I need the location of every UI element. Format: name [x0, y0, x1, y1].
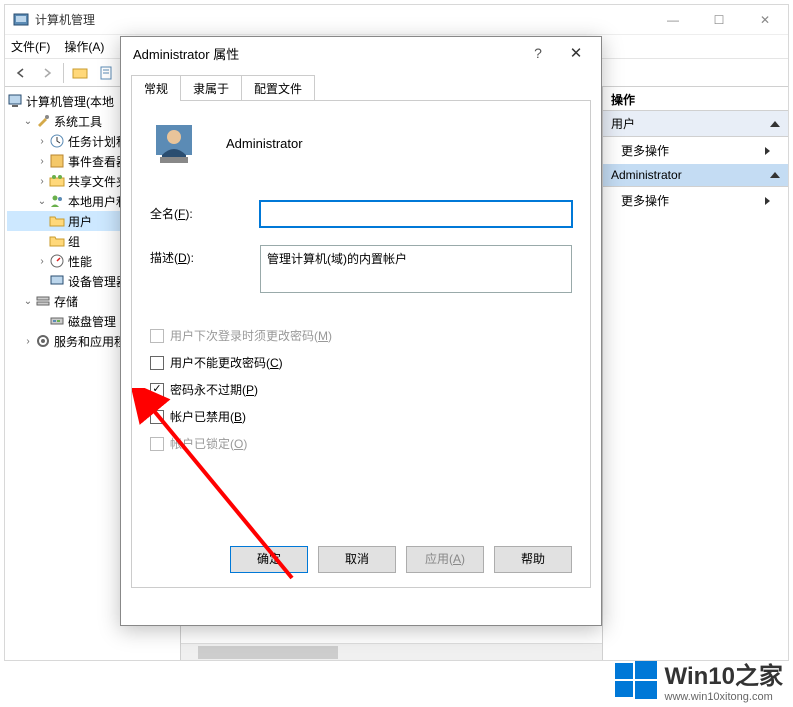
submenu-icon: [765, 197, 770, 205]
checkbox-locked: 帐户已锁定(O): [150, 435, 572, 452]
ok-button[interactable]: 确定: [230, 546, 308, 573]
forward-button[interactable]: [35, 62, 59, 84]
computer-icon: [7, 93, 23, 109]
checkbox-neverexpire[interactable]: 密码永不过期(P): [150, 381, 572, 398]
expand-icon[interactable]: ›: [35, 256, 49, 267]
help-button[interactable]: 帮助: [494, 546, 572, 573]
dialog-title: Administrator 属性: [133, 44, 519, 63]
expand-icon[interactable]: ⌄: [21, 296, 35, 307]
watermark-title: Win10之家: [665, 656, 783, 691]
tool-properties[interactable]: [94, 62, 118, 84]
close-button[interactable]: ✕: [742, 5, 788, 35]
tab-strip: 常规 隶属于 配置文件: [121, 69, 601, 101]
menu-action[interactable]: 操作(A): [64, 38, 104, 55]
checkbox-icon[interactable]: [150, 410, 164, 424]
description-row: 描述(D):: [150, 245, 572, 293]
titlebar: 计算机管理 — ☐ ✕: [5, 5, 788, 35]
scrollbar-thumb[interactable]: [198, 646, 338, 659]
tab-body: Administrator 全名(F): 描述(D): 用户下次登录时须更改密码…: [131, 100, 591, 588]
window-title: 计算机管理: [35, 11, 650, 28]
fullname-row: 全名(F):: [150, 201, 572, 227]
submenu-icon: [765, 147, 770, 155]
tab-profile[interactable]: 配置文件: [241, 75, 315, 101]
expand-icon[interactable]: ⌄: [21, 116, 35, 127]
users-icon: [49, 193, 65, 209]
checkbox-cannotchange[interactable]: 用户不能更改密码(C): [150, 354, 572, 371]
fullname-label: 全名(F):: [150, 201, 260, 222]
checkbox-icon: [150, 437, 164, 451]
dialog-titlebar: Administrator 属性 ? ✕: [121, 37, 601, 69]
dialog-help-button[interactable]: ?: [519, 45, 557, 61]
minimize-button[interactable]: —: [650, 5, 696, 35]
properties-dialog: Administrator 属性 ? ✕ 常规 隶属于 配置文件 Adminis…: [120, 36, 602, 626]
maximize-button[interactable]: ☐: [696, 5, 742, 35]
watermark: Win10之家 www.win10xitong.com: [615, 656, 783, 703]
dialog-close-button[interactable]: ✕: [557, 44, 595, 62]
window-controls: — ☐ ✕: [650, 5, 788, 35]
dialog-buttons: 确定 取消 应用(A) 帮助: [230, 546, 572, 573]
actions-more-2[interactable]: 更多操作: [603, 187, 788, 214]
actions-more-1[interactable]: 更多操作: [603, 137, 788, 164]
folder-icon: [49, 233, 65, 249]
watermark-url: www.win10xitong.com: [665, 691, 783, 703]
expand-icon[interactable]: ›: [35, 156, 49, 167]
expand-icon[interactable]: ⌄: [35, 196, 49, 207]
share-icon: [49, 173, 65, 189]
actions-header: 操作: [603, 87, 788, 111]
menu-file[interactable]: 文件(F): [11, 38, 50, 55]
collapse-icon: [770, 172, 780, 178]
username-display: Administrator: [226, 136, 303, 151]
folder-icon: [49, 213, 65, 229]
apply-button[interactable]: 应用(A): [406, 546, 484, 573]
expand-icon[interactable]: ›: [35, 136, 49, 147]
actions-section-admin[interactable]: Administrator: [603, 164, 788, 187]
checkbox-icon[interactable]: [150, 383, 164, 397]
expand-icon[interactable]: ›: [35, 176, 49, 187]
toolbar-separator: [63, 63, 64, 83]
event-icon: [49, 153, 65, 169]
clock-icon: [49, 133, 65, 149]
perf-icon: [49, 253, 65, 269]
storage-icon: [35, 293, 51, 309]
description-input[interactable]: [260, 245, 572, 293]
services-icon: [35, 333, 51, 349]
fullname-input[interactable]: [260, 201, 572, 227]
actions-panel: 操作 用户 更多操作 Administrator 更多操作: [602, 87, 788, 660]
app-icon: [13, 12, 29, 28]
disk-icon: [49, 313, 65, 329]
tool-folder[interactable]: [68, 62, 92, 84]
back-button[interactable]: [9, 62, 33, 84]
description-label: 描述(D):: [150, 245, 260, 266]
checkbox-mustchange: 用户下次登录时须更改密码(M): [150, 327, 572, 344]
expand-icon[interactable]: ›: [21, 336, 35, 347]
checkbox-disabled[interactable]: 帐户已禁用(B): [150, 408, 572, 425]
user-avatar-icon: [150, 119, 198, 167]
tab-general[interactable]: 常规: [131, 75, 181, 101]
collapse-icon: [770, 121, 780, 127]
device-icon: [49, 273, 65, 289]
user-header: Administrator: [150, 119, 572, 167]
horizontal-scrollbar[interactable]: [181, 643, 602, 660]
actions-section-users[interactable]: 用户: [603, 111, 788, 137]
windows-logo-icon: [615, 659, 657, 701]
checkbox-icon: [150, 329, 164, 343]
tab-memberof[interactable]: 隶属于: [180, 75, 242, 101]
cancel-button[interactable]: 取消: [318, 546, 396, 573]
checkbox-icon[interactable]: [150, 356, 164, 370]
tools-icon: [35, 113, 51, 129]
